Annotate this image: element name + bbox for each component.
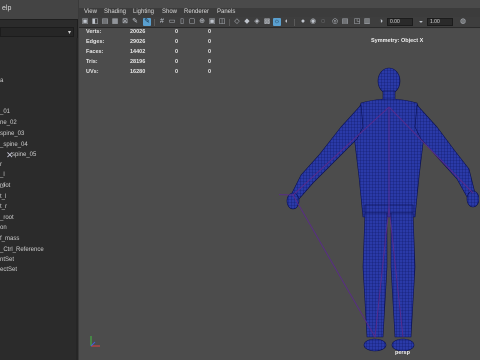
anti-aliasing-icon[interactable]: ◌: [319, 18, 327, 26]
exposure-field[interactable]: 0.00: [387, 18, 413, 26]
toolbar-separator: [229, 19, 230, 26]
grease-pencil-icon[interactable]: ✎: [131, 18, 139, 26]
smooth-shade-icon[interactable]: ◆: [243, 18, 251, 26]
outliner-item[interactable]: spine_03: [0, 131, 24, 140]
field-chart-icon[interactable]: ⊕: [198, 18, 206, 26]
chevron-down-icon[interactable]: ▾: [68, 29, 71, 36]
outliner-item[interactable]: ntSet: [0, 257, 14, 266]
hud-row-faces: Faces: 14402 0 0: [86, 49, 212, 55]
gate-mask-icon[interactable]: ▢: [188, 18, 196, 26]
exposure-icon[interactable]: ◑: [377, 18, 385, 26]
use-lights-icon[interactable]: ☼: [273, 18, 281, 26]
bookmark-icon[interactable]: ▤: [101, 18, 109, 26]
axis-gizmo-icon: [90, 336, 100, 347]
select-camera-icon[interactable]: ▣: [81, 18, 89, 26]
xray-components-icon[interactable]: ▥: [363, 18, 371, 26]
textured-icon[interactable]: ▩: [263, 18, 271, 26]
outliner-item[interactable]: _root: [0, 215, 14, 224]
joint-icon: ✕: [6, 150, 14, 160]
outliner-item[interactable]: f_mass: [0, 236, 19, 245]
outliner-item[interactable]: a: [0, 78, 3, 87]
hud-row-uvs: UVs: 16280 0 0: [86, 69, 212, 75]
3d-viewport[interactable]: Verts: 20026 0 0 Edges: 29026 0 0 Faces:…: [79, 29, 480, 360]
outliner-item[interactable]: on: [0, 225, 7, 234]
outliner-item[interactable]: ectSet: [0, 267, 17, 276]
outliner-item-selected[interactable]: ✕ spine_05: [6, 150, 37, 161]
resolution-gate-icon[interactable]: ▯: [178, 18, 186, 26]
outliner-item[interactable]: ne_02: [0, 120, 17, 129]
xray-icon[interactable]: ▤: [341, 18, 349, 26]
menu-help[interactable]: elp: [2, 5, 11, 12]
menu-panels[interactable]: Panels: [217, 9, 235, 15]
outliner-item[interactable]: root: [0, 183, 10, 192]
grease-pencil-active-icon[interactable]: ✎: [143, 18, 151, 26]
character-wireframe-mesh[interactable]: [279, 67, 479, 360]
viewport-menu-bar: View Shading Lighting Show Renderer Pane…: [79, 8, 480, 17]
outliner-search-field[interactable]: ▾: [0, 27, 74, 37]
isolate-select-icon[interactable]: ◎: [331, 18, 339, 26]
two-d-pan-icon[interactable]: ⊠: [121, 18, 129, 26]
wireframe-on-shaded-icon[interactable]: ◈: [253, 18, 261, 26]
outliner-menu-bar: elp: [0, 0, 78, 20]
safe-title-icon[interactable]: ◫: [218, 18, 226, 26]
xray-joints-icon[interactable]: ◳: [353, 18, 361, 26]
camera-name-label: persp: [395, 350, 410, 356]
outliner-item[interactable]: _Ctrl_Reference: [0, 247, 44, 256]
menu-renderer[interactable]: Renderer: [184, 9, 209, 15]
viewport-panel: View Shading Lighting Show Renderer Pane…: [79, 0, 480, 360]
color-management-icon[interactable]: ◍: [459, 18, 467, 26]
menu-show[interactable]: Show: [162, 9, 177, 15]
grid-icon[interactable]: #: [158, 18, 166, 26]
viewport-toolbar: ▣ ◧ ▤ ▦ ⊠ ✎ ✎ # ▭ ▯ ▢ ⊕ ▣ ◫ ◇ ◆ ◈ ▩ ☼ ◐ …: [79, 17, 480, 28]
outliner-item[interactable]: t_r: [0, 204, 7, 213]
wireframe-icon[interactable]: ◇: [233, 18, 241, 26]
toolbar-separator: [154, 19, 155, 26]
outliner-scrollbar[interactable]: [76, 38, 78, 360]
outliner-item[interactable]: t_l: [0, 194, 6, 203]
hud-row-tris: Tris: 28196 0 0: [86, 59, 212, 65]
shadows-icon[interactable]: ◐: [283, 18, 291, 26]
motion-blur-icon[interactable]: ◉: [309, 18, 317, 26]
outliner-item[interactable]: _spine_04: [0, 142, 28, 151]
menu-view[interactable]: View: [84, 9, 97, 15]
toolbar-separator: [294, 19, 295, 26]
hud-row-edges: Edges: 29026 0 0: [86, 39, 212, 45]
safe-action-icon[interactable]: ▣: [208, 18, 216, 26]
gamma-field[interactable]: 1.00: [427, 18, 453, 26]
image-plane-icon[interactable]: ▦: [111, 18, 119, 26]
camera-attributes-icon[interactable]: ◧: [91, 18, 99, 26]
symmetry-label: Symmetry: Object X: [371, 38, 424, 44]
ambient-occlusion-icon[interactable]: ●: [299, 18, 307, 26]
menu-shading[interactable]: Shading: [104, 9, 126, 15]
outliner-item[interactable]: _01: [0, 109, 10, 118]
outliner-item[interactable]: r: [0, 162, 2, 171]
hud-row-verts: Verts: 20026 0 0: [86, 29, 212, 35]
outliner-item-label: spine_05: [12, 152, 37, 158]
film-gate-icon[interactable]: ▭: [168, 18, 176, 26]
gamma-icon[interactable]: ◒: [417, 18, 425, 26]
outliner-panel: elp ▾ a _01 ne_02 spine_03 _spine_04 ✕ s…: [0, 0, 78, 360]
menu-lighting[interactable]: Lighting: [133, 9, 154, 15]
outliner-item[interactable]: _l: [0, 172, 5, 181]
